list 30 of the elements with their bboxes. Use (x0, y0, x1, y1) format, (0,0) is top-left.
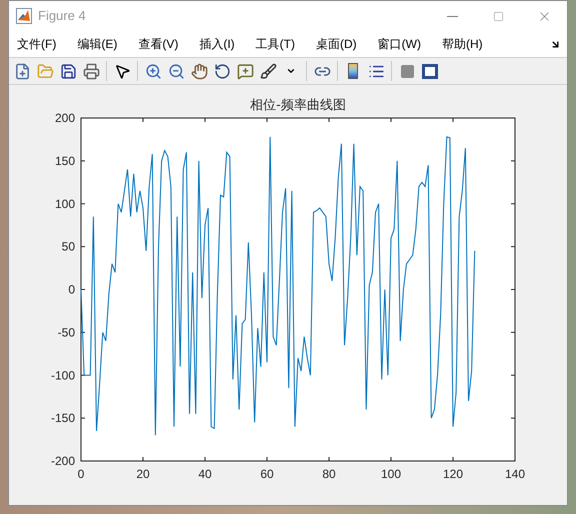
tick-label: 100 (380, 467, 402, 481)
tick-label: 40 (198, 467, 212, 481)
menu-item[interactable]: 帮助(H) (438, 35, 486, 53)
tick-label: 150 (54, 154, 75, 168)
tick-label: 0 (68, 282, 75, 296)
menu-item[interactable]: 编辑(E) (74, 35, 120, 53)
menu-item[interactable]: 桌面(D) (312, 35, 360, 53)
tick-label: 0 (78, 467, 84, 481)
tick-label: 20 (136, 467, 150, 481)
tick-label: 60 (260, 467, 274, 481)
tick-label: -50 (58, 325, 75, 340)
menu-item[interactable]: 窗口(W) (374, 35, 424, 53)
chart-title: 相位-频率曲线图 (250, 98, 346, 113)
tick-label: -150 (50, 411, 75, 426)
menu-item[interactable]: 插入(I) (196, 35, 238, 53)
menu-item[interactable]: 工具(T) (252, 35, 298, 53)
tick-label: -200 (50, 454, 75, 468)
tick-label: -100 (50, 368, 75, 382)
menu-item[interactable]: 查看(V) (135, 35, 182, 53)
tick-label: 140 (504, 467, 526, 481)
tick-label: 120 (442, 467, 464, 481)
app-logo-icon (16, 8, 32, 24)
tick-label: 50 (62, 240, 75, 254)
window-title: Figure 4 (38, 7, 86, 26)
maximize-icon (492, 10, 504, 22)
tick-label: 200 (54, 111, 75, 125)
tick-label: 100 (54, 196, 75, 211)
dock-arrow-icon[interactable] (550, 38, 561, 50)
menu-item[interactable]: 文件(F) (14, 35, 60, 53)
tick-label: 80 (322, 467, 336, 481)
